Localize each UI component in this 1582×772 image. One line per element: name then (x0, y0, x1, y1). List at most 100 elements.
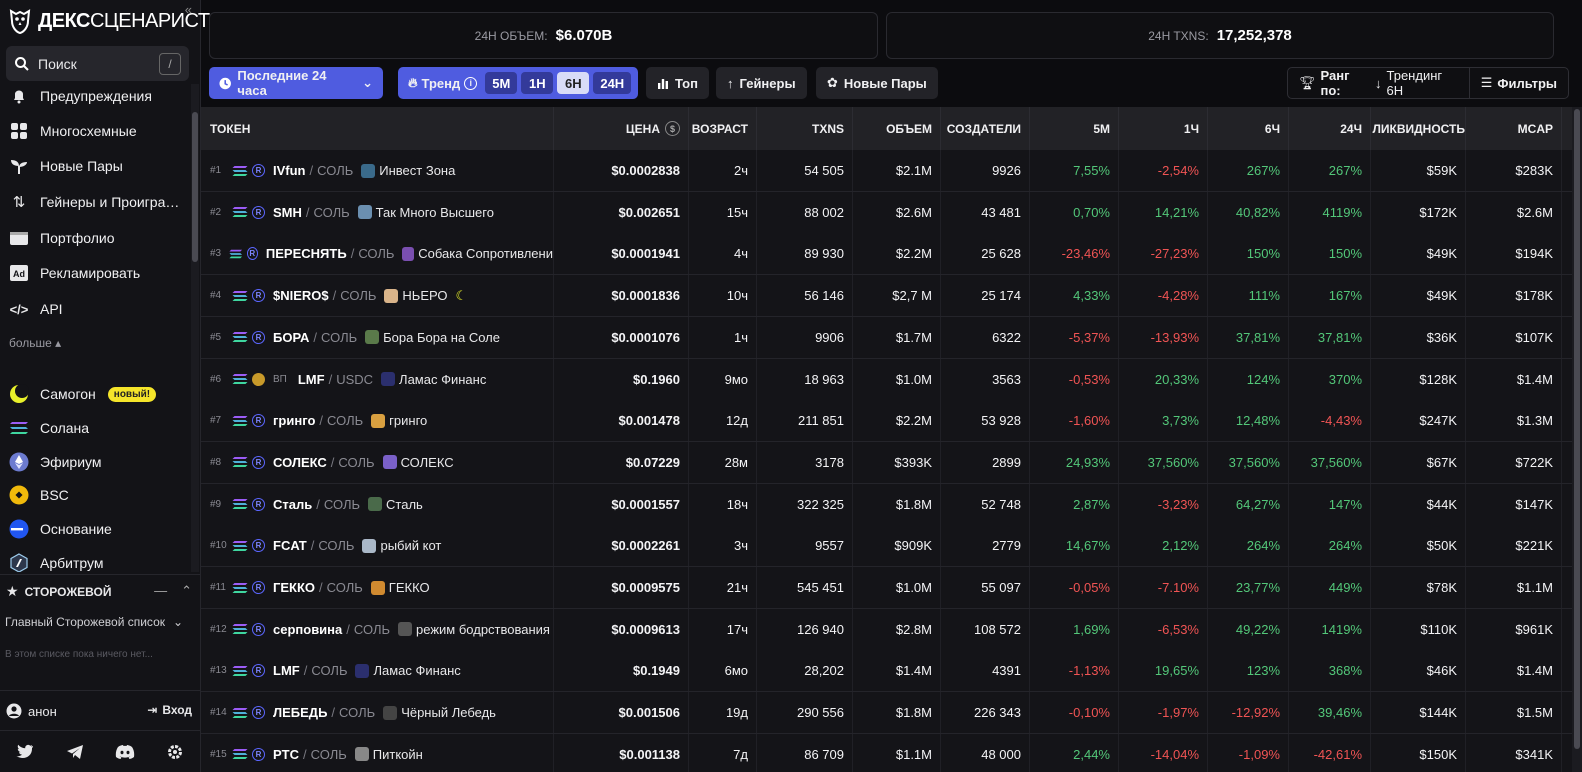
collapse-sidebar-icon[interactable]: « (185, 2, 192, 17)
chain-arbitrum[interactable]: Арбитрум (8, 548, 103, 572)
table-row[interactable]: #3 R ПЕРЕСНЯТЬ / СОЛЬ Собака Сопротивлени $0.0… (201, 233, 1572, 276)
token-cell[interactable]: #12 Rсерповина / СОЛЬ режим бодрствования (201, 608, 554, 650)
cell-makers: 2899 (941, 441, 1030, 483)
brand-logo[interactable]: ДЕКССЦЕНАРИСТ (8, 6, 210, 36)
top-button[interactable]: Топ (646, 67, 709, 99)
token-cell[interactable]: #8 R СОЛЕКС / СОЛЬ СОЛЕКС (201, 441, 554, 483)
minimize-icon[interactable]: — (154, 583, 167, 599)
token-cell[interactable]: #3 R ПЕРЕСНЯТЬ / СОЛЬ Собака Сопротивлени (201, 233, 554, 275)
cell-h1: -1,97% (1119, 692, 1208, 734)
rank-number: #6 (210, 373, 222, 385)
time-range-button[interactable]: Последние 24 часа ⌄ (209, 67, 383, 99)
header-1h[interactable]: 1Ч (1119, 107, 1208, 150)
table-scrollbar[interactable] (1572, 107, 1582, 772)
header-5m[interactable]: 5М (1030, 107, 1119, 150)
token-cell[interactable]: #14 R ЛЕБЕДЬ / СОЛЬ Чёрный Лебедь (201, 692, 554, 734)
cell-price: $0.0009613 (554, 608, 689, 650)
nav-alerts[interactable]: Предупреждения (8, 82, 152, 111)
collapse-watchlist-icon[interactable]: ⌃ (181, 583, 192, 599)
gainers-button[interactable]: ↑ Гейнеры (716, 67, 807, 99)
chain-moonshot[interactable]: Самогон новый! (8, 379, 157, 409)
token-cell[interactable]: #7 Rгринго / СОЛЬ гринго (201, 400, 554, 442)
table-row[interactable]: #7 Rгринго / СОЛЬ гринго $0.001478 12д 211 851 $… (201, 400, 1572, 443)
cell-h6: 37,560% (1208, 441, 1289, 483)
header-age[interactable]: ВОЗРАСТ (689, 107, 757, 150)
token-cell[interactable]: #11 R ГЕККО / СОЛЬ ГЕККО (201, 567, 554, 608)
chain-solana[interactable]: Солана (8, 413, 89, 443)
token-cell[interactable]: #13 R LMF / СОЛЬ Ламас Финанс (201, 650, 554, 692)
table-row[interactable]: #6 ВП LMF / USDC Ламас Финанс $0.1960 9мо 18 963… (201, 358, 1572, 401)
token-cell[interactable]: #15 R PTC / СОЛЬ Питкойн (201, 733, 554, 772)
dex-icon: R (252, 706, 265, 720)
token-avatar (368, 497, 383, 512)
cell-vol: $1.4M (853, 650, 941, 692)
settings-gear-icon[interactable] (164, 741, 186, 763)
stat-txns-value: 17,252,378 (1216, 27, 1292, 44)
chain-bsc[interactable]: BSC (8, 480, 69, 510)
chain-base[interactable]: Основание (8, 514, 112, 544)
nav-api[interactable]: </> API (8, 294, 63, 324)
user-bar: анон ⇥ Вход (0, 690, 200, 730)
discord-icon[interactable] (114, 741, 136, 763)
rank-number: #14 (210, 707, 227, 719)
table-row[interactable]: #1 R IVfun / СОЛЬ Инвест Зона $0.0002838 2ч 54 5… (201, 150, 1572, 192)
header-24h[interactable]: 24Ч (1289, 107, 1371, 150)
token-cell[interactable]: #1 R IVfun / СОЛЬ Инвест Зона (201, 150, 554, 191)
token-name: СОЛЕКС (400, 454, 454, 470)
header-token[interactable]: ТОКЕН (201, 107, 554, 150)
sidebar-scrollbar[interactable] (191, 84, 199, 572)
rank-by-select[interactable]: 🏆︎ Ранг по: ↓ Трендинг 6H (1288, 68, 1470, 98)
header-makers[interactable]: СОЗДАТЕЛИ (941, 107, 1030, 150)
nav-portfolio[interactable]: Портфолио (8, 223, 115, 253)
chain-ethereum[interactable]: Эфириум (8, 447, 101, 477)
filters-button[interactable]: ☰ Фильтры (1470, 68, 1568, 98)
table-row[interactable]: #13 R LMF / СОЛЬ Ламас Финанс $0.1949 6мо 28,202… (201, 650, 1572, 693)
nav-new-pairs[interactable]: Новые Пары (8, 151, 123, 181)
table-row[interactable]: #2 R SMH / СОЛЬ Так Много Высшего $0.002651 15ч… (201, 191, 1572, 234)
table-row[interactable]: #8 R СОЛЕКС / СОЛЬ СОЛЕКС $0.07229 28м 3178 $393K… (201, 441, 1572, 484)
login-button[interactable]: ⇥ Вход (147, 703, 192, 717)
token-cell[interactable]: #10 R FCAT / СОЛЬ рыбий кот (201, 525, 554, 567)
telegram-icon[interactable] (64, 741, 86, 763)
twitter-icon[interactable] (14, 741, 36, 763)
token-cell[interactable]: #5 R БОРА / СОЛЬ Бора Бора на Соле (201, 316, 554, 358)
table-row[interactable]: #5 R БОРА / СОЛЬ Бора Бора на Соле $0.0001076 1… (201, 316, 1572, 359)
period-24h[interactable]: 24H (593, 72, 632, 94)
header-liquidity[interactable]: ЛИКВИДНОСТЬ (1371, 107, 1466, 150)
new-pairs-button[interactable]: ✿ Новые Пары (816, 67, 938, 99)
table-row[interactable]: #10 R FCAT / СОЛЬ рыбий кот $0.0002261 3ч 9557 $9… (201, 525, 1572, 568)
nav-multicharts[interactable]: Многосхемные (8, 116, 137, 146)
table-row[interactable]: #11 R ГЕККО / СОЛЬ ГЕККО $0.0009575 21ч 545 451 $… (201, 567, 1572, 609)
user-icon (6, 703, 22, 719)
header-txns[interactable]: TXNS (757, 107, 853, 150)
token-cell[interactable]: #4 R $NIERO$ / СОЛЬ НЬЕРО ☾ (201, 275, 554, 317)
stat-volume-value: $6.070B (555, 27, 613, 44)
more-toggle[interactable]: больше ▴ (9, 336, 61, 350)
table-row[interactable]: #4 R $NIERO$ / СОЛЬ НЬЕРО ☾ $0.0001836 10ч 56 146… (201, 275, 1572, 318)
token-avatar (362, 538, 377, 553)
token-cell[interactable]: #6 ВП LMF / USDC Ламас Финанс (201, 358, 554, 400)
period-6h[interactable]: 6H (557, 72, 590, 94)
cell-txns: 9906 (757, 316, 853, 358)
info-icon[interactable]: i (464, 76, 478, 90)
token-cell[interactable]: #9 R Сталь / СОЛЬ Сталь (201, 483, 554, 525)
header-price[interactable]: ЦЕНА $ (554, 107, 689, 150)
table-row[interactable]: #14 R ЛЕБЕДЬ / СОЛЬ Чёрный Лебедь $0.001506 19д… (201, 692, 1572, 735)
token-cell[interactable]: #2 R SMH / СОЛЬ Так Много Высшего (201, 191, 554, 233)
nav-gainers-losers[interactable]: ⇅ Гейнеры и Проигра… (8, 187, 180, 217)
header-mcap[interactable]: MCAP (1466, 107, 1562, 150)
nav-advertise[interactable]: Ad Рекламировать (8, 258, 140, 288)
period-5m[interactable]: 5M (485, 72, 518, 94)
trending-button[interactable]: Тренд (422, 76, 461, 91)
search-input[interactable]: Поиск / (6, 46, 189, 81)
token-avatar (398, 622, 413, 637)
user-account[interactable]: анон (6, 703, 57, 719)
header-6h[interactable]: 6Ч (1208, 107, 1289, 150)
pair-separator: / (310, 538, 315, 554)
watchlist-select[interactable]: Главный Сторожевой список ⌄ (5, 615, 183, 629)
period-1h[interactable]: 1H (521, 72, 554, 94)
table-row[interactable]: #15 R PTC / СОЛЬ Питкойн $0.001138 7д 86 709 $1.1… (201, 733, 1572, 772)
header-volume[interactable]: ОБЪЕМ (853, 107, 941, 150)
table-row[interactable]: #12 Rсерповина / СОЛЬ режим бодрствования $0.… (201, 608, 1572, 651)
table-row[interactable]: #9 R Сталь / СОЛЬ Сталь $0.0001557 18ч 322 325 $1… (201, 483, 1572, 526)
